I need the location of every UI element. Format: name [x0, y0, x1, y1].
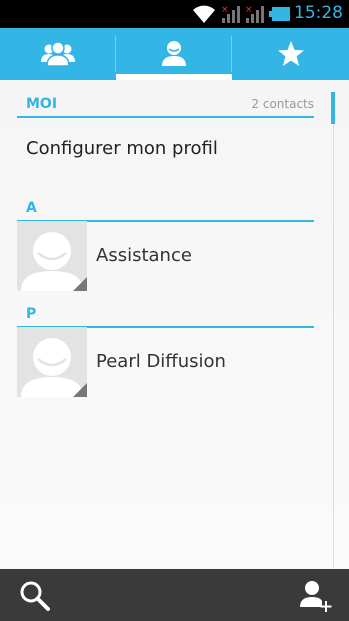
- tab-contacts[interactable]: [116, 28, 232, 80]
- search-icon[interactable]: [18, 579, 52, 613]
- section-title: MOI: [26, 96, 58, 112]
- add-contact-icon[interactable]: [298, 579, 332, 613]
- signal-no-service-icon: ×: [245, 5, 264, 23]
- contact-name: Assistance: [96, 245, 192, 266]
- status-bar: × × 15:28: [0, 0, 349, 28]
- setup-profile-item[interactable]: Configurer mon profil: [26, 138, 218, 159]
- section-letter: P: [26, 306, 37, 322]
- bottom-action-bar: [0, 569, 349, 621]
- section-header-p: P: [17, 294, 314, 328]
- default-avatar-icon: [21, 232, 87, 291]
- contact-item-assistance[interactable]: Assistance: [17, 221, 314, 291]
- section-header-me: MOI 2 contacts: [17, 84, 314, 118]
- clock: 15:28: [294, 3, 343, 23]
- wifi-icon: [193, 5, 215, 23]
- section-header-a: A: [17, 188, 314, 222]
- tab-favorites[interactable]: [232, 28, 349, 80]
- svg-text:×: ×: [245, 5, 253, 15]
- star-icon: [277, 41, 304, 66]
- contact-name: Pearl Diffusion: [96, 351, 226, 372]
- battery-icon: [269, 7, 290, 21]
- svg-text:×: ×: [221, 5, 229, 15]
- person-icon: [162, 41, 186, 66]
- scrollbar[interactable]: [331, 92, 335, 124]
- avatar: [17, 221, 87, 291]
- groups-icon: [41, 41, 75, 67]
- contact-count: 2 contacts: [251, 97, 314, 111]
- tab-bar: [0, 28, 349, 80]
- section-letter: A: [26, 200, 37, 216]
- signal-no-service-icon: ×: [221, 5, 240, 23]
- contact-item-pearl-diffusion[interactable]: Pearl Diffusion: [17, 327, 314, 397]
- tab-groups[interactable]: [0, 28, 116, 80]
- avatar: [17, 327, 87, 397]
- scroll-track: [333, 92, 334, 568]
- default-avatar-icon: [21, 338, 87, 397]
